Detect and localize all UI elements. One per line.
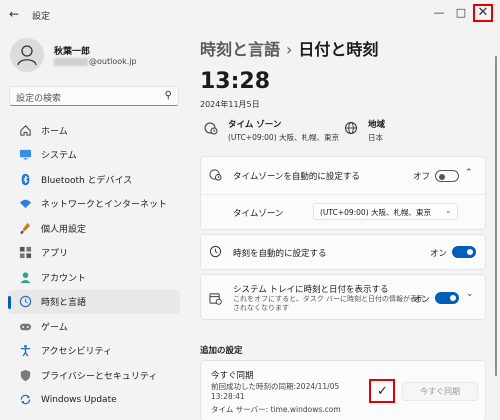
auto-timezone-state: オフ bbox=[413, 172, 431, 182]
chevron-up-icon[interactable]: ⌃ bbox=[465, 168, 473, 178]
search-placeholder: 設定の検索 bbox=[16, 94, 62, 104]
sidebar-item-label: ホーム bbox=[41, 126, 68, 137]
last-sync-time: 13:28:41 bbox=[211, 392, 245, 401]
auto-time-toggle[interactable] bbox=[452, 246, 476, 258]
search-icon: ⚲ bbox=[164, 90, 172, 101]
time-server: タイム サーバー: time.windows.com bbox=[211, 405, 341, 414]
shield-icon bbox=[18, 368, 32, 382]
region-info: 地域 日本 bbox=[344, 118, 385, 143]
sidebar-item-accessibility[interactable]: アクセシビリティ bbox=[8, 339, 180, 364]
sidebar-item-label: ゲーム bbox=[41, 322, 68, 333]
sidebar: 秋葉一郎 @outlook.jp 設定の検索 ⚲ ホーム システム Blueto… bbox=[0, 30, 190, 420]
sync-success-indicator: ✓ bbox=[369, 379, 395, 403]
gamepad-icon bbox=[18, 319, 32, 333]
system-tray-desc-2: されなくなります bbox=[233, 304, 289, 312]
calendar-clock-icon bbox=[209, 292, 222, 305]
checkmark-icon: ✓ bbox=[377, 384, 388, 399]
email-redacted bbox=[54, 57, 88, 66]
wifi-icon bbox=[18, 197, 32, 211]
sidebar-item-label: アカウント bbox=[41, 273, 87, 284]
accessibility-icon bbox=[18, 344, 32, 358]
auto-timezone-label: タイムゾーンを自動的に設定する bbox=[233, 172, 360, 182]
sidebar-item-time-language[interactable]: 時刻と言語 bbox=[8, 289, 180, 314]
sidebar-item-bluetooth[interactable]: Bluetooth とデバイス bbox=[8, 167, 180, 192]
sync-title: 今すぐ同期 bbox=[211, 371, 254, 381]
sidebar-item-label: プライバシーとセキュリティ bbox=[41, 371, 158, 382]
maximize-icon[interactable]: □ bbox=[451, 4, 471, 22]
region-value: 日本 bbox=[368, 133, 383, 142]
sidebar-item-label: Bluetooth とデバイス bbox=[41, 175, 133, 186]
current-date: 2024年11月5日 bbox=[200, 100, 260, 109]
user-name: 秋葉一郎 bbox=[54, 47, 91, 57]
scrollbar[interactable] bbox=[495, 56, 497, 376]
minimize-icon[interactable]: — bbox=[429, 4, 449, 22]
chevron-down-icon[interactable]: ⌄ bbox=[466, 289, 474, 299]
sidebar-item-label: アクセシビリティ bbox=[41, 347, 113, 358]
account-icon bbox=[18, 270, 32, 284]
timezone-label: タイムゾーン bbox=[233, 209, 284, 219]
timezone-title: タイム ゾーン bbox=[228, 120, 282, 130]
breadcrumb-parent[interactable]: 時刻と言語 bbox=[200, 40, 280, 59]
sidebar-item-privacy[interactable]: プライバシーとセキュリティ bbox=[8, 363, 180, 388]
windows-update-icon bbox=[18, 393, 32, 407]
breadcrumb: 時刻と言語 › 日付と時刻 bbox=[200, 36, 378, 60]
auto-time-state: オン bbox=[430, 249, 448, 259]
clock-icon bbox=[209, 245, 222, 258]
sidebar-item-label: 時刻と言語 bbox=[41, 298, 87, 309]
divider bbox=[201, 194, 485, 195]
home-icon bbox=[18, 123, 32, 137]
system-tray-state: オン bbox=[413, 295, 431, 305]
user-icon bbox=[17, 45, 37, 66]
search-input[interactable]: 設定の検索 ⚲ bbox=[9, 86, 179, 106]
additional-settings-title: 追加の設定 bbox=[200, 346, 243, 356]
auto-time-label: 時刻を自動的に設定する bbox=[233, 249, 327, 259]
sidebar-item-label: 個人用設定 bbox=[41, 224, 87, 235]
sidebar-item-network[interactable]: ネットワークとインターネット bbox=[8, 192, 180, 217]
apps-icon bbox=[18, 246, 32, 260]
sidebar-item-label: アプリ bbox=[41, 249, 69, 260]
title-bar: ← 設定 — □ ✕ bbox=[0, 0, 500, 30]
chevron-down-icon: ⌄ bbox=[445, 207, 451, 215]
monitor-icon bbox=[18, 148, 32, 162]
sidebar-item-accounts[interactable]: アカウント bbox=[8, 265, 180, 290]
sidebar-item-gaming[interactable]: ゲーム bbox=[8, 314, 180, 339]
sidebar-item-label: ネットワークとインターネット bbox=[41, 200, 168, 211]
sidebar-item-home[interactable]: ホーム bbox=[8, 118, 180, 143]
region-title: 地域 bbox=[368, 120, 386, 130]
close-icon[interactable]: ✕ bbox=[473, 4, 493, 22]
back-arrow-icon[interactable]: ← bbox=[9, 7, 23, 21]
avatar[interactable] bbox=[10, 38, 44, 72]
clock-globe-icon bbox=[18, 295, 32, 309]
timezone-globe-icon bbox=[204, 122, 218, 135]
window-title: 設定 bbox=[32, 12, 51, 22]
system-tray-label: システム トレイに時刻と日付を表示する bbox=[233, 285, 389, 295]
last-sync-date: 前回成功した時刻の同期:2024/11/05 bbox=[211, 382, 340, 391]
sidebar-item-personalization[interactable]: 個人用設定 bbox=[8, 216, 180, 241]
globe-icon bbox=[345, 122, 357, 134]
breadcrumb-separator: › bbox=[286, 40, 293, 59]
page-title: 日付と時刻 bbox=[298, 40, 379, 59]
user-email: @outlook.jp bbox=[54, 57, 137, 66]
sidebar-nav: ホーム システム Bluetooth とデバイス ネットワークとインターネット … bbox=[0, 118, 190, 412]
sidebar-item-apps[interactable]: アプリ bbox=[8, 241, 180, 266]
timezone-info: タイム ゾーン (UTC+09:00) 大阪、札幌、東京 bbox=[204, 118, 339, 143]
system-tray-toggle[interactable] bbox=[435, 292, 459, 304]
auto-timezone-toggle[interactable] bbox=[435, 170, 459, 182]
current-time: 13:28 bbox=[200, 69, 271, 94]
sidebar-item-windows-update[interactable]: Windows Update bbox=[8, 388, 180, 413]
sidebar-item-label: Windows Update bbox=[41, 394, 117, 405]
sidebar-item-label: システム bbox=[41, 151, 77, 162]
sidebar-item-system[interactable]: システム bbox=[8, 143, 180, 168]
timezone-value: (UTC+09:00) 大阪、札幌、東京 bbox=[228, 133, 340, 142]
paintbrush-icon bbox=[18, 221, 32, 235]
timezone-select-value: (UTC+09:00) 大阪、札幌、東京 bbox=[320, 208, 432, 217]
sync-now-button[interactable]: 今すぐ同期 bbox=[402, 382, 478, 401]
timezone-select[interactable]: (UTC+09:00) 大阪、札幌、東京 ⌄ bbox=[313, 203, 458, 220]
system-tray-desc-1: これをオフにすると、タスク バーに時刻と日付の情報が表示 bbox=[233, 295, 425, 303]
user-email-domain: @outlook.jp bbox=[89, 57, 137, 66]
timezone-auto-icon bbox=[209, 168, 222, 181]
bluetooth-icon bbox=[18, 172, 32, 186]
